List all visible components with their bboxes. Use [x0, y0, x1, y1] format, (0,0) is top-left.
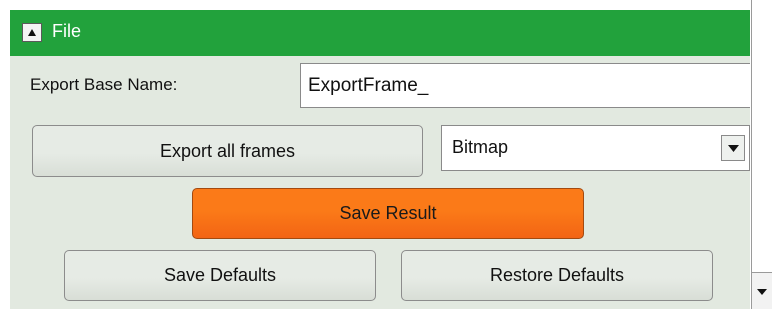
scroll-down-button[interactable]: [752, 272, 772, 309]
export-base-name-label: Export Base Name:: [30, 75, 178, 94]
format-select-value: Bitmap: [452, 137, 509, 157]
save-result-button[interactable]: Save Result: [192, 188, 584, 239]
triangle-down-icon: [757, 289, 767, 295]
scrollbar-track: [751, 0, 752, 309]
dropdown-arrow-button[interactable]: [721, 135, 745, 161]
format-select[interactable]: Bitmap: [441, 125, 750, 171]
collapse-toggle[interactable]: [22, 23, 42, 42]
save-defaults-button[interactable]: Save Defaults: [64, 250, 376, 301]
restore-defaults-button[interactable]: Restore Defaults: [401, 250, 713, 301]
vertical-scrollbar[interactable]: [750, 0, 772, 309]
section-title: File: [52, 21, 82, 41]
section-header[interactable]: File: [10, 10, 750, 56]
triangle-down-icon: [728, 145, 739, 152]
file-panel: File Export Base Name: Export all frames…: [10, 10, 750, 309]
triangle-up-icon: [28, 29, 36, 36]
export-base-name-input[interactable]: [300, 63, 750, 108]
export-all-frames-button[interactable]: Export all frames: [32, 125, 423, 177]
